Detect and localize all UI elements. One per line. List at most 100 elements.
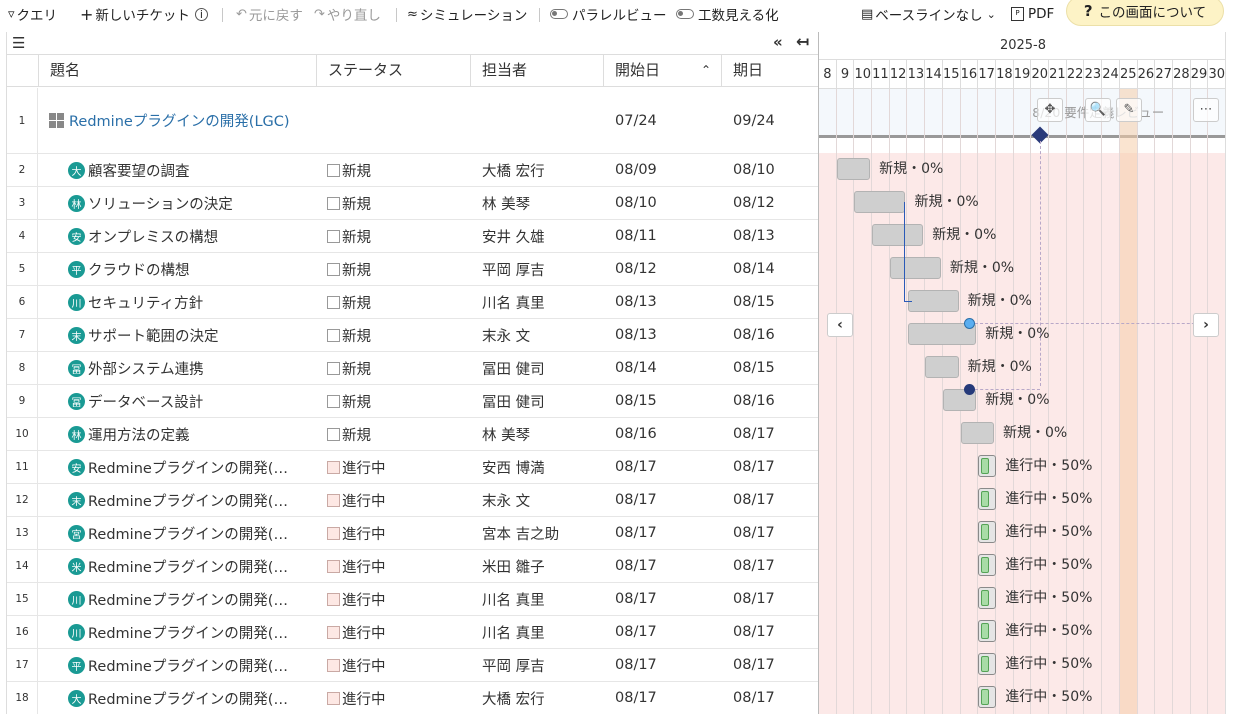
task-bar[interactable] [978, 554, 997, 576]
grid-header: 題名 ステータス 担当者 開始日 ⌃ 期日 [7, 54, 819, 87]
column-header-status[interactable]: ステータス [316, 55, 470, 86]
day-label: 21 [1049, 60, 1067, 89]
title-cell[interactable]: 末サポート範囲の決定 [68, 319, 304, 351]
title-cell[interactable]: 冨外部システム連携 [68, 352, 304, 384]
table-row[interactable]: 18 大 Redmineプラグインの開発(… 進行中 大橋 宏行 08/17 08/17 [7, 682, 819, 714]
table-row[interactable]: 16 川 Redmineプラグインの開発(… 進行中 川名 真里 08/17 08/17 [7, 616, 819, 649]
scroll-right-button[interactable]: › [1193, 313, 1219, 337]
new-ticket-button[interactable]: + 新しいチケット i [80, 4, 210, 24]
arrow-left-icon[interactable]: ↤ [796, 32, 809, 51]
table-row[interactable]: 17 平 Redmineプラグインの開発(… 進行中 平岡 厚吉 08/17 08/17 [7, 649, 819, 682]
column-header-start[interactable]: 開始日 ⌃ [603, 55, 721, 86]
task-bar[interactable] [978, 653, 997, 675]
task-bar[interactable] [978, 455, 997, 477]
redo-button[interactable]: ↷ やり直し [314, 4, 381, 25]
table-row[interactable]: 3 林ソリューションの決定 新規 林 美琴 08/10 08/12 [7, 187, 819, 220]
drag-handle-start[interactable] [963, 318, 975, 329]
task-bar[interactable] [978, 521, 997, 543]
title-cell[interactable]: 林ソリューションの決定 [68, 187, 304, 219]
task-bar[interactable] [978, 488, 997, 510]
collapse-left-icon[interactable]: « [773, 33, 783, 51]
due-date-cell: 08/17 [733, 558, 775, 574]
edit-icon[interactable]: ✎ [1116, 98, 1142, 122]
table-row[interactable]: 15 川 Redmineプラグインの開発(… 進行中 川名 真里 08/17 08/17 [7, 583, 819, 616]
table-row[interactable]: 14 米 Redmineプラグインの開発(… 進行中 米田 雛子 08/17 08/17 [7, 550, 819, 583]
table-row[interactable]: 5 平クラウドの構想 新規 平岡 厚吉 08/12 08/14 [7, 253, 819, 286]
title-cell[interactable]: 安オンプレミスの構想 [68, 220, 304, 252]
title-cell[interactable]: 冨データベース設計 [68, 385, 304, 417]
progress-fill [981, 656, 990, 672]
table-row[interactable]: 2 大顧客要望の調査 新規 大橋 宏行 08/09 08/10 [7, 154, 819, 187]
title-cell[interactable]: 大顧客要望の調査 [68, 154, 304, 186]
task-bar[interactable] [872, 224, 924, 246]
title-cell[interactable]: Redmineプラグインの開発(LGC) [49, 88, 319, 153]
table-row[interactable]: 7 末サポート範囲の決定 新規 末永 文 08/13 08/16 [7, 319, 819, 352]
status-color-icon [327, 559, 340, 573]
column-header-due[interactable]: 期日 [721, 55, 819, 86]
title-cell[interactable]: 川 Redmineプラグインの開発(… [68, 583, 304, 615]
due-date-cell: 08/14 [733, 261, 775, 277]
title-cell[interactable]: 川 Redmineプラグインの開発(… [68, 616, 304, 648]
avatar: 宮 [68, 524, 85, 542]
help-button[interactable]: ? この画面について [1066, 0, 1224, 26]
day-label: 18 [996, 60, 1014, 89]
status-cell: 新規 [327, 286, 371, 318]
pdf-button[interactable]: P PDF [1011, 4, 1054, 24]
undo-button[interactable]: ↶ 元に戻す [236, 4, 303, 25]
more-icon[interactable]: ⋯ [1193, 98, 1219, 122]
title-cell[interactable]: 大 Redmineプラグインの開発(… [68, 682, 304, 714]
table-row[interactable]: 13 宮 Redmineプラグインの開発(… 進行中 宮本 吉之助 08/17 08/17 [7, 517, 819, 550]
day-column [1191, 89, 1209, 714]
title-cell[interactable]: 安 Redmineプラグインの開発(… [68, 451, 304, 483]
move-icon[interactable]: ✥ [1037, 98, 1063, 122]
start-date-cell: 08/13 [615, 294, 657, 310]
redo-icon: ↷ [314, 6, 325, 22]
task-bar[interactable] [978, 686, 997, 708]
table-row[interactable]: 10 林運用方法の定義 新規 林 美琴 08/16 08/17 [7, 418, 819, 451]
status-cell: 新規 [327, 220, 371, 252]
title-cell[interactable]: 平 Redmineプラグインの開発(… [68, 649, 304, 681]
title-cell[interactable]: 米 Redmineプラグインの開発(… [68, 550, 304, 582]
parallel-view-toggle[interactable]: パラレルビュー [550, 4, 667, 24]
day-column [1138, 89, 1156, 714]
table-row[interactable]: 6 川セキュリティ方針 新規 川名 真里 08/13 08/15 [7, 286, 819, 319]
task-bar[interactable] [925, 356, 959, 378]
status-cell: 新規 [327, 187, 371, 219]
baseline-dropdown[interactable]: ▤ ベースラインなし ⌄ [861, 4, 998, 25]
query-button[interactable]: ▿ クエリ [8, 4, 57, 25]
column-header-assignee[interactable]: 担当者 [470, 55, 603, 86]
status-text: 新規 [342, 295, 371, 312]
effort-view-toggle[interactable]: 工数見える化 [676, 4, 779, 24]
simulation-button[interactable]: ≈ シミュレーション [407, 4, 527, 25]
table-row[interactable]: 12 末 Redmineプラグインの開発(… 進行中 末永 文 08/17 08/17 [7, 484, 819, 517]
task-bar[interactable] [978, 587, 997, 609]
table-row[interactable]: 11 安 Redmineプラグインの開発(… 進行中 安西 博満 08/17 08/17 [7, 451, 819, 484]
zoom-icon[interactable]: 🔍 [1085, 98, 1111, 122]
project-row[interactable]: 1 Redmineプラグインの開発(LGC) 07/24 09/24 [7, 88, 819, 154]
title-cell[interactable]: 川セキュリティ方針 [68, 286, 304, 318]
drag-handle-end[interactable] [963, 384, 975, 395]
title-text[interactable]: Redmineプラグインの開発(LGC) [69, 110, 290, 131]
table-row[interactable]: 9 冨データベース設計 新規 冨田 健司 08/15 08/16 [7, 385, 819, 418]
task-bar[interactable] [889, 257, 941, 279]
task-bar[interactable] [960, 422, 994, 444]
start-date-cell: 08/17 [615, 690, 657, 706]
title-cell[interactable]: 林運用方法の定義 [68, 418, 304, 450]
column-settings-icon[interactable]: ☰ [12, 34, 25, 52]
title-cell[interactable]: 末 Redmineプラグインの開発(… [68, 484, 304, 516]
task-bar[interactable] [836, 158, 871, 180]
title-cell[interactable]: 平クラウドの構想 [68, 253, 304, 285]
task-bar[interactable] [854, 191, 906, 213]
column-header-title[interactable]: 題名 [38, 55, 316, 86]
progress-fill [981, 689, 990, 705]
table-row[interactable]: 8 冨外部システム連携 新規 冨田 健司 08/14 08/15 [7, 352, 819, 385]
table-row[interactable]: 4 安オンプレミスの構想 新規 安井 久雄 08/11 08/13 [7, 220, 819, 253]
title-cell[interactable]: 宮 Redmineプラグインの開発(… [68, 517, 304, 549]
assignee-cell: 米田 雛子 [482, 559, 545, 576]
task-bar[interactable] [907, 290, 959, 312]
due-date-cell: 08/17 [733, 459, 775, 475]
scroll-left-button[interactable]: ‹ [827, 313, 853, 337]
gantt-body: 8/20 要件定義レビュー✥🔍✎⋯新規・0%新規・0%新規・0%新規・0%新規・… [819, 89, 1225, 714]
task-bar[interactable] [978, 620, 997, 642]
gantt-month-header: 2025-8 [819, 32, 1225, 60]
